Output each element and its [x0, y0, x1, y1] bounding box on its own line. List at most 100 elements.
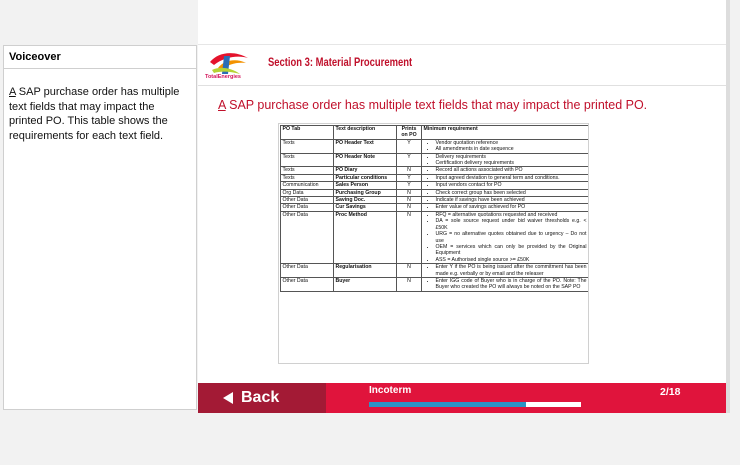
cell-prints-on-po: Y [396, 181, 422, 190]
cell-minimum-requirement: Record all actions associated with PO [421, 166, 588, 175]
cell-minimum-requirement: Indicate if savings have been achieved [421, 196, 588, 205]
table-row: TextsPO Header NoteYDelivery requirement… [280, 152, 588, 168]
cell-po-tab: Communication [280, 181, 334, 190]
scrollbar-track[interactable] [726, 0, 730, 413]
cell-text-description: Particular conditions [333, 173, 397, 183]
po-text-table-image: PO Tab Text description Prints on PO Min… [278, 123, 589, 364]
table-body: TextsPO Header TextYVendor quotation ref… [280, 138, 588, 292]
cell-text-description: Proc Method [333, 210, 397, 265]
requirement-item: Record all actions associated with PO [436, 167, 587, 173]
cell-minimum-requirement: Vendor quotation referenceAll amendments… [421, 138, 588, 154]
slide-heading: A SAP purchase order has multiple text f… [218, 98, 647, 112]
requirement-item: Enter Y if the PO is being issued after … [436, 264, 587, 277]
cell-text-description: PO Header Text [333, 138, 397, 154]
requirement-list: Enter value of savings achieved for PO [424, 204, 587, 210]
requirement-list: Vendor quotation referenceAll amendments… [424, 140, 587, 153]
requirement-list: Enter Y if the PO is being issued after … [424, 264, 587, 277]
cell-prints-on-po: N [396, 166, 422, 175]
cell-prints-on-po: N [396, 263, 422, 278]
voiceover-text: A SAP purchase order has multiple text f… [4, 69, 196, 143]
cell-text-description: Regularisation [333, 263, 397, 278]
cell-po-tab: Other Data [280, 210, 334, 265]
back-label: Back [241, 389, 280, 406]
cell-minimum-requirement: Enter IGG code of Buyer who is in charge… [421, 276, 588, 292]
cell-prints-on-po: Y [396, 138, 422, 154]
cell-po-tab: Other Data [280, 196, 334, 205]
top-strip [198, 0, 726, 45]
table-row: Other DataCur SavingsN Enter value of sav… [280, 203, 588, 212]
cell-po-tab: Texts [280, 152, 334, 168]
cell-prints-on-po: Y [396, 152, 422, 168]
voiceover-title: Voiceover [4, 46, 196, 69]
requirement-list: Enter IGG code of Buyer who is in charge… [424, 278, 587, 291]
cell-prints-on-po: N [396, 196, 422, 205]
cell-po-tab: Other Data [280, 203, 334, 212]
table-row: TextsPO DiaryN Record all actions associa… [280, 166, 588, 175]
requirement-list: Indicate if savings have been achieved [424, 197, 587, 203]
cell-text-description: Buyer [333, 276, 397, 292]
requirement-item: Indicate if savings have been achieved [436, 197, 587, 203]
cell-po-tab: Texts [280, 173, 334, 183]
requirement-item: Enter IGG code of Buyer who is in charge… [436, 278, 587, 291]
table-row: Other DataSaving Doc.N Indicate if saving… [280, 196, 588, 205]
cell-text-description: Cur Savings [333, 203, 397, 212]
cell-po-tab: Org Data [280, 188, 334, 198]
requirement-item: Check correct group has been selected [436, 190, 587, 196]
slide-heading-text: SAP purchase order has multiple text fie… [225, 98, 648, 112]
voiceover-first-letter: A [9, 86, 16, 98]
requirement-list: Input agreed deviation to general term a… [424, 175, 587, 181]
header-prints-on-po: Prints on PO [396, 125, 422, 140]
table-row: Org DataPurchasing GroupN Check correct g… [280, 188, 588, 198]
requirement-item: Input vendors contact for PO [436, 182, 587, 188]
cell-minimum-requirement: Input agreed deviation to general term a… [421, 173, 588, 183]
requirement-item: Input agreed deviation to general term a… [436, 175, 587, 181]
cell-minimum-requirement: Enter value of savings achieved for PO [421, 203, 588, 212]
table-row: Other DataRegularisationN Enter Y if the … [280, 263, 588, 278]
voiceover-body: SAP purchase order has multiple text fie… [9, 86, 180, 142]
requirement-item: Certification delivery requirements [436, 160, 587, 166]
requirement-item: URG = no alternative quotes obtained due… [436, 231, 587, 244]
progress-fill [369, 402, 526, 407]
topic-label: Incoterm [369, 385, 412, 396]
cell-po-tab: Other Data [280, 276, 334, 292]
cell-minimum-requirement: Delivery requirementsCertification deliv… [421, 152, 588, 168]
cell-prints-on-po: N [396, 188, 422, 198]
table-row: Other DataBuyerN Enter IGG code of Buyer … [280, 276, 588, 292]
back-button[interactable]: Back [198, 383, 326, 413]
cell-text-description: PO Diary [333, 166, 397, 175]
cell-minimum-requirement: Input vendors contact for PO [421, 181, 588, 190]
requirement-item: OEM = services which can only be provide… [436, 244, 587, 257]
logo-text: TotalEnergies [205, 74, 241, 80]
requirement-list: Check correct group has been selected [424, 190, 587, 196]
cell-prints-on-po: N [396, 276, 422, 292]
requirement-list: Input vendors contact for PO [424, 182, 587, 188]
slide-header: TotalEnergies Section 3: Material Procur… [198, 45, 726, 86]
header-minimum-requirement: Minimum requirement [421, 125, 588, 140]
requirement-item: Enter value of savings achieved for PO [436, 204, 587, 210]
requirement-item: All amendments in date sequence [436, 146, 587, 152]
cell-minimum-requirement: RFQ = alternative quotations requested a… [421, 210, 588, 265]
voiceover-panel: Voiceover A SAP purchase order has multi… [3, 45, 197, 410]
cell-prints-on-po: N [396, 203, 422, 212]
cell-prints-on-po: N [396, 210, 422, 265]
requirement-list: Delivery requirementsCertification deliv… [424, 154, 587, 167]
table-row: Other DataProc MethodNRFQ = alternative … [280, 210, 588, 265]
header-po-tab: PO Tab [280, 125, 334, 140]
table-header-row: PO Tab Text description Prints on PO Min… [280, 125, 588, 140]
cell-prints-on-po: Y [396, 173, 422, 183]
progress-bar [369, 402, 581, 407]
cell-minimum-requirement: Check correct group has been selected [421, 188, 588, 198]
po-text-table: PO Tab Text description Prints on PO Min… [280, 125, 588, 292]
slide: TotalEnergies Section 3: Material Procur… [198, 0, 726, 413]
table-row: TextsPO Header TextYVendor quotation ref… [280, 138, 588, 154]
cell-po-tab: Texts [280, 166, 334, 175]
triangle-left-icon [223, 392, 233, 404]
requirement-list: Record all actions associated with PO [424, 167, 587, 173]
cell-minimum-requirement: Enter Y if the PO is being issued after … [421, 263, 588, 278]
header-text-description: Text description [333, 125, 397, 140]
table-row: TextsParticular conditionsY Input agreed … [280, 173, 588, 183]
section-title: Section 3: Material Procurement [268, 57, 413, 69]
cell-po-tab: Texts [280, 138, 334, 154]
requirement-item: DA = sole source request under bid waive… [436, 218, 587, 231]
table-row: CommunicationSales PersonY Input vendors … [280, 181, 588, 190]
